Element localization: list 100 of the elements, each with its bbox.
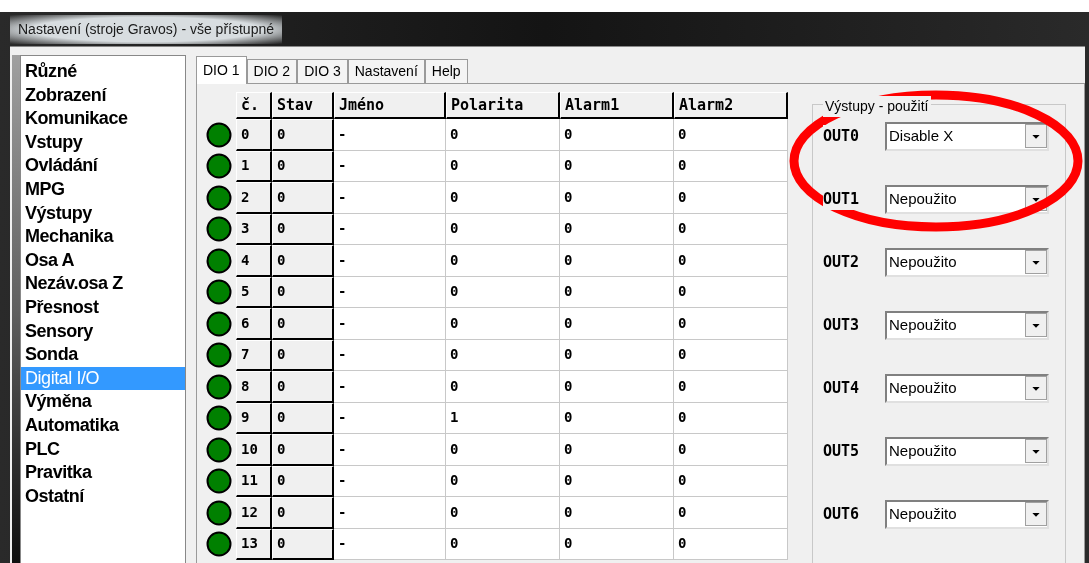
category-item[interactable]: Osa A [21,248,185,273]
category-item[interactable]: Zobrazení [21,83,185,108]
table-cell: 0 [674,497,788,529]
table-cell: 12 [236,497,272,529]
table-cell: - [334,245,446,277]
tab[interactable]: Nastavení [347,59,425,83]
table-cell: 0 [674,276,788,308]
category-item[interactable]: Pravitka [21,461,185,485]
group-title: Výstupy - použití [823,96,931,117]
category-item[interactable]: MPG [21,177,185,202]
table-cell: 0 [560,150,674,182]
table-cell: 0 [446,434,560,466]
table-cell: 0 [560,339,674,371]
category-item[interactable]: Ostatní [21,484,185,509]
tab[interactable]: DIO 1 [196,56,247,84]
table-cell: 0 [674,434,788,466]
column-header[interactable]: č. [236,92,272,119]
table-cell: 0 [446,371,560,403]
category-item[interactable]: Sensory [21,319,185,344]
category-item[interactable]: Nezáv.osa Z [21,272,185,296]
table-cell: - [334,213,446,245]
column-header[interactable]: Alarm2 [674,92,788,119]
category-item[interactable]: Výstupy [21,201,185,226]
table-cell: 0 [446,528,560,560]
caret-icon [1025,376,1047,400]
table-cell: - [334,308,446,340]
table-cell: 0 [674,339,788,371]
column-header[interactable]: Polarita [446,92,560,119]
table-cell: 6 [236,308,272,340]
category-item[interactable]: Mechanika [21,225,185,249]
table-cell: 0 [674,402,788,434]
table-cell: 0 [272,339,334,371]
output-dropdown[interactable]: Nepoužito [885,184,1049,214]
caret-icon [1025,124,1047,148]
table-cell: 0 [272,119,334,151]
output-dropdown[interactable]: Nepoužito [885,310,1049,340]
category-item[interactable]: Ovládání [21,154,185,178]
table-cell: 0 [560,402,674,434]
output-dropdown[interactable]: Nepoužito [885,247,1049,277]
table-cell: 0 [560,371,674,403]
table-cell: 0 [272,371,334,403]
column-header[interactable]: Jméno [334,92,446,119]
table-cell: - [334,119,446,151]
table-cell: 0 [560,434,674,466]
table-cell: 11 [236,465,272,497]
table-cell: 0 [272,276,334,308]
category-item[interactable]: Automatika [21,413,185,438]
table-cell: - [334,402,446,434]
table-cell: 4 [236,245,272,277]
tab[interactable]: DIO 2 [246,59,298,83]
caret-icon [1025,439,1047,463]
tab[interactable]: DIO 3 [297,59,348,83]
table-cell: 0 [272,150,334,182]
output-dropdown[interactable]: Disable X [885,121,1049,151]
table-cell: 0 [446,182,560,214]
table-cell: - [334,339,446,371]
table-cell: 0 [446,245,560,277]
output-dropdown[interactable]: Nepoužito [885,436,1049,466]
table-cell: 0 [446,465,560,497]
table-cell: 0 [560,245,674,277]
tab[interactable]: Help [424,59,468,83]
table-cell: 3 [236,213,272,245]
category-item[interactable]: Výměna [21,390,185,414]
table-cell: 0 [560,528,674,560]
table-cell: 0 [674,119,788,151]
output-dropdown[interactable]: Nepoužito [885,499,1049,529]
table-cell: 0 [446,150,560,182]
table-cell: 9 [236,402,272,434]
table-cell: 0 [446,308,560,340]
category-item[interactable]: Různé [21,60,185,84]
table-cell: 2 [236,182,272,214]
column-header[interactable]: Alarm1 [560,92,674,119]
category-item[interactable]: Sonda [21,343,185,367]
table-cell: 1 [236,150,272,182]
table-cell: 0 [272,182,334,214]
table-cell: - [334,465,446,497]
table-cell: 0 [560,119,674,151]
category-item[interactable]: PLC [21,437,185,462]
table-cell: 0 [560,497,674,529]
table-cell: 0 [674,465,788,497]
table-cell: 0 [560,213,674,245]
table-cell: 0 [674,213,788,245]
caret-icon [1025,313,1047,337]
table-cell: 0 [674,528,788,560]
table-cell: 0 [272,434,334,466]
column-header[interactable]: Stav [272,92,334,119]
table-cell: 0 [446,119,560,151]
table-cell: 5 [236,276,272,308]
table-cell: 0 [236,119,272,151]
table-cell: 0 [560,308,674,340]
category-item[interactable]: Přesnost [21,295,185,320]
table-cell: 0 [446,276,560,308]
output-dropdown[interactable]: Nepoužito [885,373,1049,403]
table-cell: 0 [674,371,788,403]
category-item[interactable]: Komunikace [21,107,185,131]
table-cell: 0 [272,308,334,340]
table-cell: 0 [272,465,334,497]
table-cell: 0 [446,213,560,245]
table-cell: 0 [560,182,674,214]
category-item[interactable]: Vstupy [21,130,185,155]
